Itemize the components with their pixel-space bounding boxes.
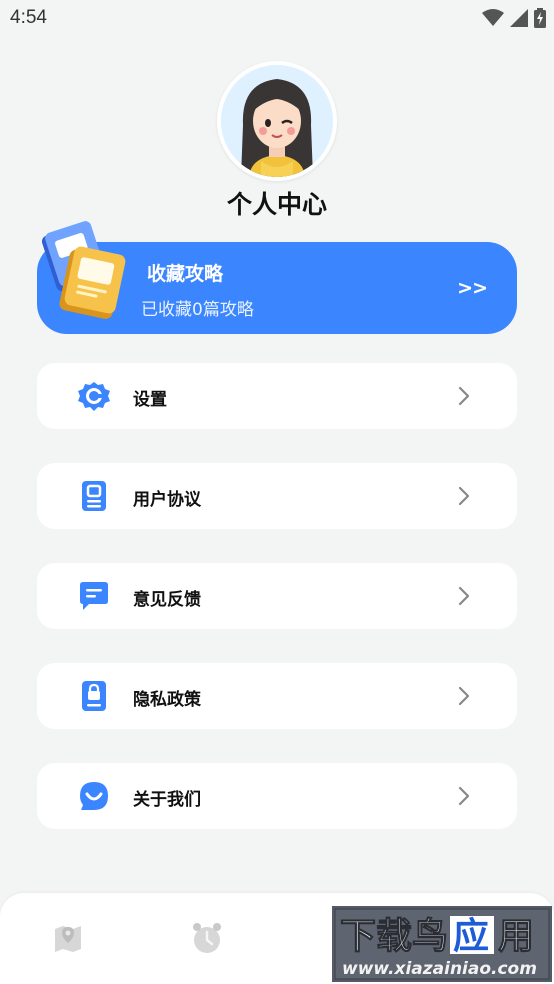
wifi-icon: [482, 9, 504, 26]
smile-chat-icon: [80, 782, 108, 810]
gear-icon: [78, 382, 110, 411]
avatar-girl-icon: [221, 65, 333, 177]
menu-label-settings: 设置: [133, 390, 167, 410]
chevron-right-icon: [458, 586, 470, 606]
menu-label-user-agreement: 用户协议: [133, 490, 201, 510]
status-bar: 4:54: [0, 0, 554, 38]
signal-icon: [510, 9, 528, 27]
alarm-clock-tab-icon[interactable]: [190, 921, 224, 955]
menu-label-feedback: 意见反馈: [133, 590, 201, 610]
document-icon: [82, 481, 106, 511]
svg-text:应: 应: [453, 916, 489, 957]
chevron-right-icon: [458, 786, 470, 806]
menu-item-feedback[interactable]: 意见反馈: [37, 563, 517, 629]
map-pin-tab-icon[interactable]: [51, 921, 85, 955]
chevron-right-icon: [458, 386, 470, 406]
svg-text:下载鸟: 下载鸟: [340, 916, 448, 957]
message-icon: [80, 582, 108, 610]
menu-item-privacy[interactable]: 隐私政策: [37, 663, 517, 729]
lock-document-icon: [82, 681, 106, 711]
status-time: 4:54: [10, 7, 47, 28]
status-icons: [482, 8, 546, 28]
svg-text:用: 用: [498, 916, 534, 957]
favorites-subtitle: 已收藏0篇攻略: [141, 300, 254, 320]
menu-item-user-agreement[interactable]: 用户协议: [37, 463, 517, 529]
avatar[interactable]: [217, 61, 337, 181]
menu-label-about: 关于我们: [133, 790, 201, 810]
menu-item-settings[interactable]: 设置: [37, 363, 517, 429]
favorites-arrow: >>: [457, 277, 488, 299]
watermark-logo: 下载鸟 应 用 www.xiazainiao.com: [332, 906, 552, 982]
menu-item-about[interactable]: 关于我们: [37, 763, 517, 829]
page-title: 个人中心: [226, 190, 327, 219]
battery-icon: [534, 8, 546, 28]
chevron-right-icon: [458, 486, 470, 506]
chevron-right-icon: [458, 686, 470, 706]
favorites-title: 收藏攻略: [147, 263, 224, 285]
menu-label-privacy: 隐私政策: [133, 690, 201, 710]
books-icon: [41, 221, 126, 319]
svg-text:www.xiazainiao.com: www.xiazainiao.com: [342, 959, 537, 979]
